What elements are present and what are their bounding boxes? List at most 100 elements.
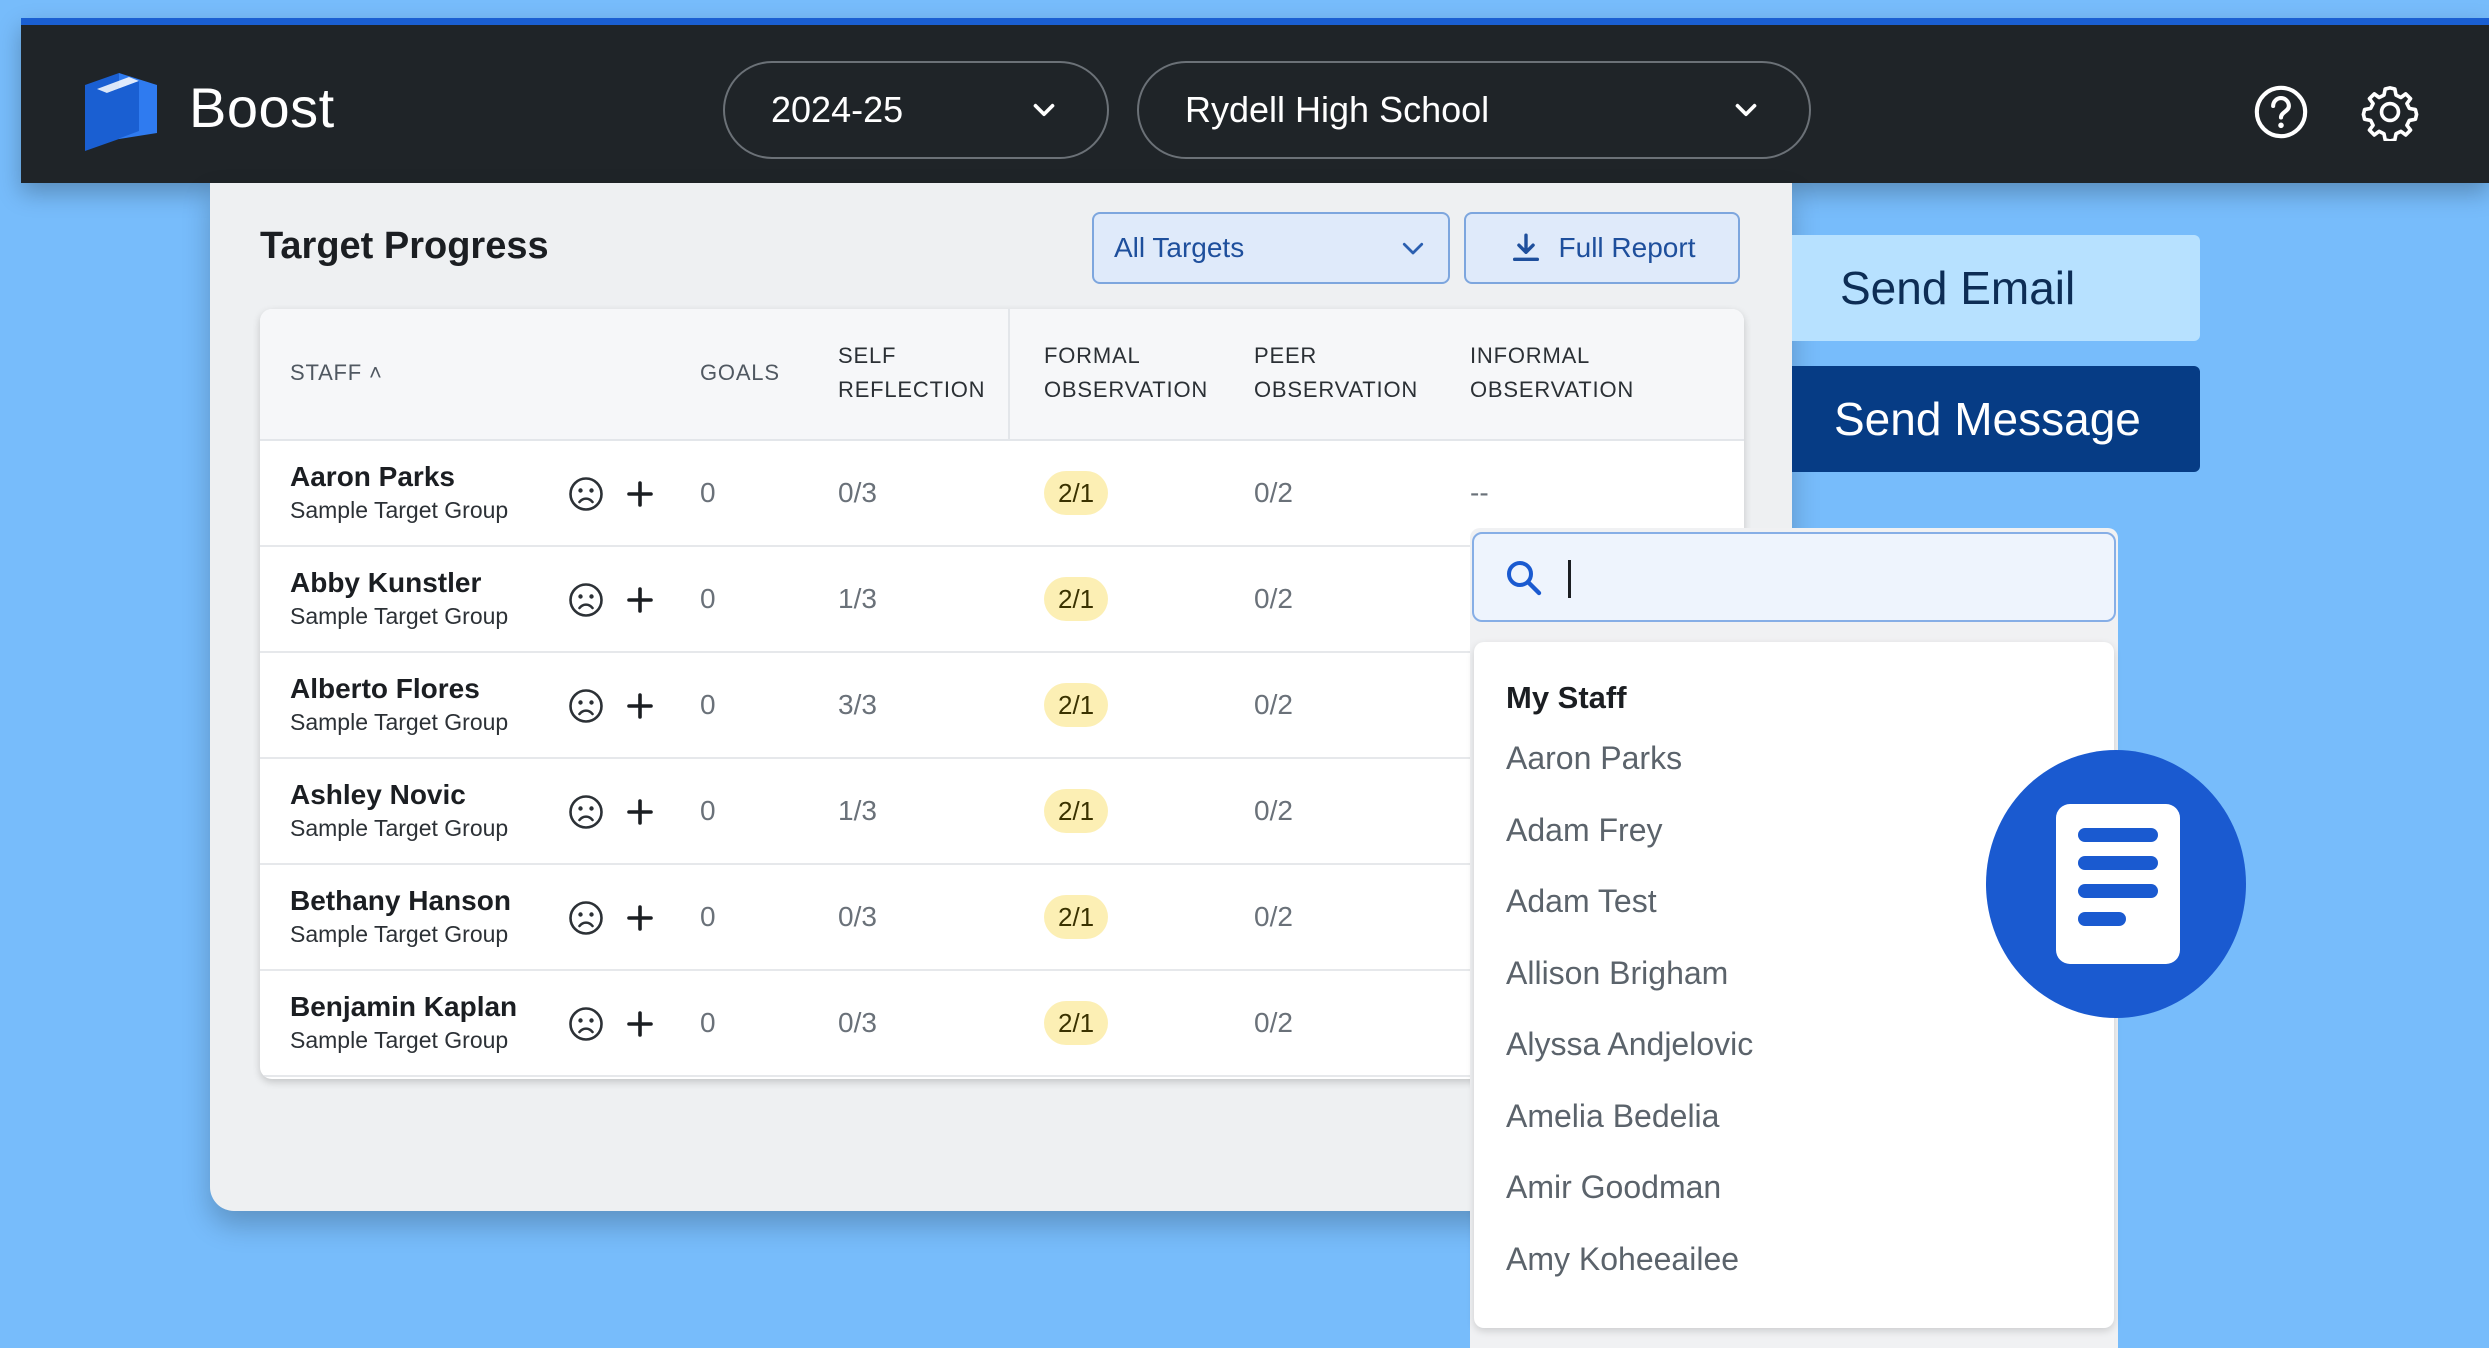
staff-list: My Staff Aaron Parks Adam Frey Adam Test Al…: [1474, 642, 2114, 1328]
staff-group: Sample Target Group: [290, 497, 509, 523]
targets-filter-select[interactable]: All Targets: [1092, 212, 1450, 284]
column-header-peer-observation: PEER OBSERVATION: [1254, 339, 1418, 407]
staff-list-item[interactable]: Aaron Parks: [1506, 740, 1682, 777]
staff-list-item[interactable]: Allison Brigham: [1506, 955, 1728, 992]
column-header-formal-observation: FORMAL OBSERVATION: [1044, 339, 1208, 407]
formal-observation-badge: 2/1: [1044, 577, 1109, 621]
formal-observation-badge: 2/1: [1044, 683, 1109, 727]
chevron-down-icon: [1735, 103, 1757, 117]
peer-observation-value: 0/2: [1254, 901, 1293, 932]
add-icon[interactable]: [624, 1008, 656, 1040]
send-message-button[interactable]: Send Message: [1792, 366, 2200, 472]
sad-face-icon[interactable]: [568, 1006, 604, 1042]
goals-value: 0: [700, 583, 716, 614]
self-reflection-value: 1/3: [838, 583, 877, 614]
add-icon[interactable]: [624, 584, 656, 616]
staff-search-input[interactable]: [1472, 532, 2116, 622]
add-icon[interactable]: [624, 796, 656, 828]
page-title: Target Progress: [260, 225, 549, 267]
column-header-line: OBSERVATION: [1044, 377, 1209, 402]
full-report-button[interactable]: Full Report: [1464, 212, 1740, 284]
staff-name[interactable]: Abby Kunstler: [290, 567, 481, 599]
column-header-line: FORMAL: [1044, 343, 1141, 368]
column-header-line: PEER: [1254, 343, 1318, 368]
sad-face-icon[interactable]: [568, 688, 604, 724]
column-header-self-reflection: SELF REFLECTION: [838, 339, 985, 407]
peer-observation-value: 0/2: [1254, 477, 1293, 508]
document-line: [2078, 828, 2158, 842]
sad-face-icon[interactable]: [568, 476, 604, 512]
school-value: Rydell High School: [1185, 89, 1490, 130]
staff-list-item[interactable]: Alyssa Andjelovic: [1506, 1026, 1753, 1063]
document-badge: [1986, 750, 2246, 1018]
goals-value: 0: [700, 689, 716, 720]
send-email-button[interactable]: Send Email: [1792, 235, 2200, 341]
formal-observation-badge: 2/1: [1044, 895, 1109, 939]
gear-icon[interactable]: [2361, 83, 2419, 141]
self-reflection-value: 0/3: [838, 1007, 877, 1038]
column-header-line: REFLECTION: [838, 377, 986, 402]
staff-list-item[interactable]: Amelia Bedelia: [1506, 1098, 1719, 1135]
table-header: STAFF ˄ GOALS SELF REFLECTION FORMAL OBS…: [260, 309, 1744, 441]
staff-group: Sample Target Group: [290, 1027, 509, 1053]
staff-group: Sample Target Group: [290, 709, 509, 735]
staff-list-item[interactable]: Adam Frey: [1506, 812, 1662, 849]
download-icon: [1512, 233, 1539, 262]
staff-name[interactable]: Bethany Hanson: [290, 885, 511, 917]
document-line: [2078, 912, 2126, 926]
column-header-line: INFORMAL: [1470, 343, 1591, 368]
staff-name[interactable]: Aaron Parks: [290, 461, 455, 493]
column-header-line: OBSERVATION: [1254, 377, 1419, 402]
staff-name[interactable]: Alberto Flores: [290, 673, 480, 705]
school-year-value: 2024-25: [771, 89, 904, 130]
staff-group: Sample Target Group: [290, 815, 509, 841]
document-line: [2078, 856, 2158, 870]
column-header-line: SELF: [838, 343, 897, 368]
school-select[interactable]: Rydell High School: [1137, 61, 1811, 159]
self-reflection-value: 0/3: [838, 477, 877, 508]
column-divider: [1008, 309, 1010, 441]
add-icon[interactable]: [624, 478, 656, 510]
add-icon[interactable]: [624, 902, 656, 934]
staff-list-item[interactable]: Adam Test: [1506, 883, 1657, 920]
peer-observation-value: 0/2: [1254, 689, 1293, 720]
peer-observation-value: 0/2: [1254, 1007, 1293, 1038]
staff-group: Sample Target Group: [290, 603, 509, 629]
chevron-down-icon: [1402, 242, 1424, 255]
targets-filter-value: All Targets: [1114, 232, 1245, 263]
text-cursor: [1568, 560, 1571, 598]
staff-name[interactable]: Benjamin Kaplan: [290, 991, 517, 1023]
column-header-staff[interactable]: STAFF ˄: [290, 356, 383, 390]
search-icon: [1507, 561, 1542, 596]
help-icon[interactable]: [2252, 83, 2310, 141]
sad-face-icon[interactable]: [568, 794, 604, 830]
top-navigation-bar: Boost 2024-25 Rydell High School: [21, 18, 2489, 183]
staff-name[interactable]: Ashley Novic: [290, 779, 466, 811]
self-reflection-value: 3/3: [838, 689, 877, 720]
peer-observation-value: 0/2: [1254, 583, 1293, 614]
goals-value: 0: [700, 795, 716, 826]
staff-group: Sample Target Group: [290, 921, 509, 947]
school-year-select[interactable]: 2024-25: [723, 61, 1109, 159]
goals-value: 0: [700, 477, 716, 508]
self-reflection-value: 1/3: [838, 795, 877, 826]
column-header-goals: GOALS: [700, 360, 780, 385]
sad-face-icon[interactable]: [568, 582, 604, 618]
add-icon[interactable]: [624, 690, 656, 722]
sad-face-icon[interactable]: [568, 900, 604, 936]
formal-observation-badge: 2/1: [1044, 1001, 1109, 1045]
peer-observation-value: 0/2: [1254, 795, 1293, 826]
app-title: Boost: [189, 76, 335, 139]
staff-list-heading: My Staff: [1506, 680, 1627, 715]
column-header-line: OBSERVATION: [1470, 377, 1635, 402]
staff-list-item[interactable]: Amy Koheeailee: [1506, 1241, 1739, 1278]
formal-observation-badge: 2/1: [1044, 471, 1109, 515]
column-header-informal-observation: INFORMAL OBSERVATION: [1470, 339, 1634, 407]
staff-list-item[interactable]: Amir Goodman: [1506, 1169, 1721, 1206]
document-icon: [2056, 804, 2180, 964]
full-report-label: Full Report: [1558, 232, 1696, 263]
formal-observation-badge: 2/1: [1044, 789, 1109, 833]
goals-value: 0: [700, 1007, 716, 1038]
boost-logo-icon[interactable]: [81, 69, 161, 151]
document-line: [2078, 884, 2158, 898]
